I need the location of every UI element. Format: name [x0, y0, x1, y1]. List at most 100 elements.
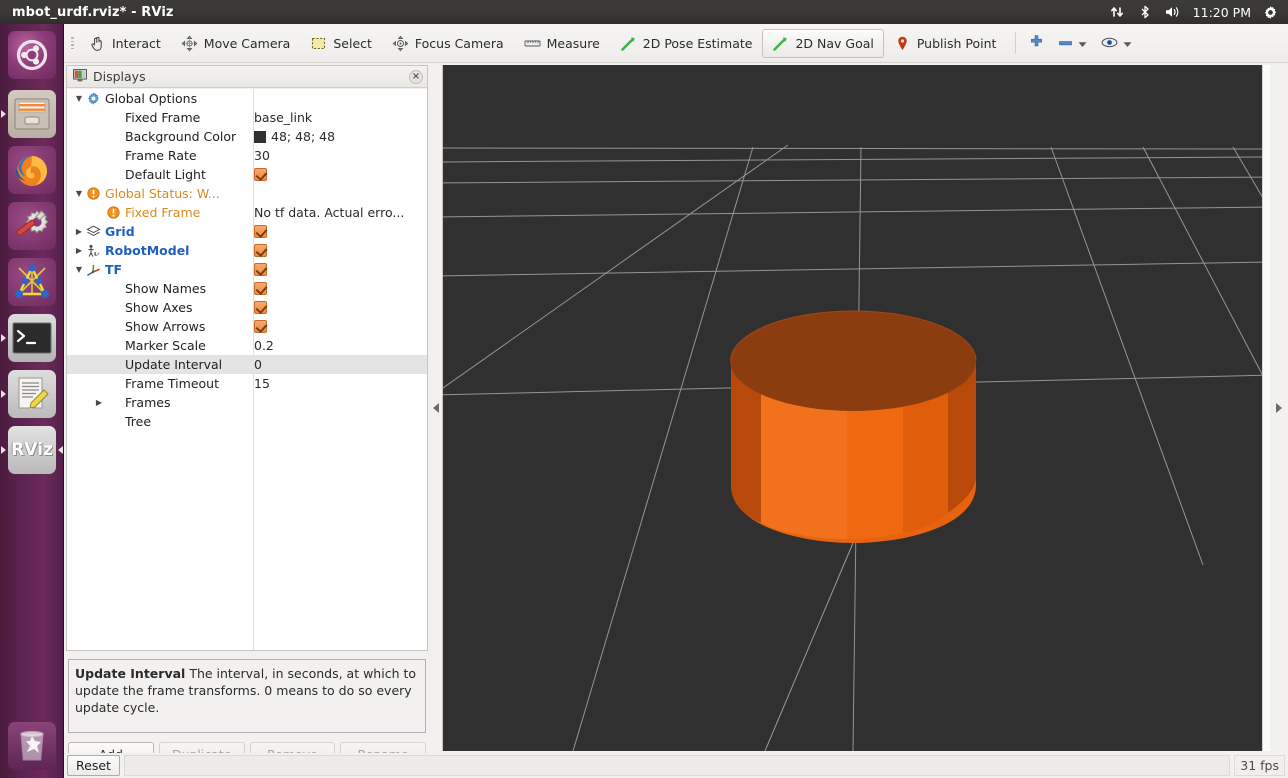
tree-row-checkbox[interactable] — [254, 260, 267, 279]
launcher-item-terminal[interactable] — [0, 310, 64, 366]
tree-row-background-color[interactable]: Background Color 48; 48; 48 — [67, 127, 427, 146]
tree-row-value[interactable]: 15 — [254, 374, 270, 393]
tree-row-value[interactable]: base_link — [254, 108, 312, 127]
launcher-item-text-editor[interactable] — [0, 366, 64, 422]
tree-row-checkbox[interactable] — [254, 241, 267, 260]
tree-row-label: Frame Rate — [125, 148, 197, 163]
chevron-right-icon[interactable]: ▶ — [93, 398, 105, 407]
tool-move-camera-button[interactable]: Move Camera — [171, 29, 301, 58]
launcher-item-trash[interactable] — [0, 718, 64, 774]
tree-row-frame-rate[interactable]: Frame Rate 30 — [67, 146, 427, 165]
tool-2d-pose-estimate-button[interactable]: 2D Pose Estimate — [610, 29, 763, 58]
volume-icon[interactable] — [1165, 5, 1182, 19]
tree-row-global-status-w[interactable]: ▼ Global Status: W... — [67, 184, 427, 203]
tool-measure-label: Measure — [546, 35, 600, 51]
tree-row-label: Show Arrows — [125, 319, 206, 334]
select-rect-icon — [310, 35, 327, 52]
warning-icon — [105, 206, 122, 219]
tree-row-grid[interactable]: ▶ Grid — [67, 222, 427, 241]
displays-panel-header: Displays × — [67, 66, 427, 88]
checkbox-checked-icon[interactable] — [254, 225, 267, 238]
toolbar-separator — [1015, 32, 1017, 54]
gear-power-icon[interactable] — [1262, 5, 1279, 20]
reset-button[interactable]: Reset — [67, 755, 120, 776]
tree-row-checkbox[interactable] — [254, 222, 267, 241]
remove-tool-chevron-down-icon[interactable] — [1078, 36, 1087, 51]
displays-tree[interactable]: ▼ Global Options Fixed Frame base_link Backg… — [67, 89, 427, 650]
tree-row-frames[interactable]: ▶ Frames — [67, 393, 427, 412]
network-updown-icon[interactable] — [1109, 5, 1126, 19]
tool-measure-button[interactable]: Measure — [514, 29, 610, 58]
tree-row-default-light[interactable]: Default Light — [67, 165, 427, 184]
chevron-down-icon[interactable]: ▼ — [73, 189, 85, 198]
tree-row-value[interactable]: 0.2 — [254, 336, 274, 355]
tree-row-checkbox[interactable] — [254, 279, 267, 298]
checkbox-checked-icon[interactable] — [254, 168, 267, 181]
checkbox-checked-icon[interactable] — [254, 263, 267, 276]
ruler-icon — [524, 35, 541, 52]
tool-interact-button[interactable]: Interact — [79, 29, 171, 58]
chevron-right-icon[interactable]: ▶ — [73, 246, 85, 255]
close-icon[interactable]: × — [409, 69, 423, 84]
tree-row-checkbox[interactable] — [254, 298, 267, 317]
tree-row-frame-timeout[interactable]: Frame Timeout 15 — [67, 374, 427, 393]
chevron-right-icon[interactable]: ▶ — [73, 227, 85, 236]
toolbar-drag-handle[interactable] — [68, 32, 77, 54]
gear-icon — [85, 92, 102, 105]
tree-row-checkbox[interactable] — [254, 317, 267, 336]
3d-viewport[interactable] — [442, 65, 1270, 751]
tool-publish-point-button[interactable]: Publish Point — [884, 29, 1007, 58]
tree-row-checkbox[interactable] — [254, 165, 267, 184]
tree-row-label: TF — [105, 262, 123, 277]
tree-row-value[interactable]: No tf data. Actual erro... — [254, 203, 404, 222]
chevron-down-icon[interactable]: ▼ — [73, 94, 85, 103]
tool-2d-nav-goal-button[interactable]: 2D Nav Goal — [762, 28, 884, 58]
chevron-down-icon[interactable]: ▼ — [73, 265, 85, 274]
tree-row-global-options[interactable]: ▼ Global Options — [67, 89, 427, 108]
tree-row-label: Global Options — [105, 91, 198, 106]
collapse-left-arrow-icon[interactable] — [433, 403, 439, 413]
tree-row-show-names[interactable]: Show Names — [67, 279, 427, 298]
clock[interactable]: 11:20 PM — [1193, 5, 1251, 20]
launcher-item-firefox[interactable] — [0, 142, 64, 198]
viewport-scrollbar[interactable] — [1262, 65, 1270, 751]
checkbox-checked-icon[interactable] — [254, 301, 267, 314]
tree-row-robotmodel[interactable]: ▶ RobotModel — [67, 241, 427, 260]
tree-row-label: Default Light — [125, 167, 206, 182]
tool-select-button[interactable]: Select — [300, 29, 382, 58]
tool-focus-camera-label: Focus Camera — [414, 35, 504, 51]
tree-row-update-interval[interactable]: Update Interval 0 — [67, 355, 427, 374]
tree-row-color-value[interactable]: 48; 48; 48 — [254, 127, 335, 146]
tree-row-value[interactable]: 0 — [254, 355, 262, 374]
launcher-item-rqt-graph[interactable] — [0, 254, 64, 310]
right-dock-splitter[interactable] — [1270, 65, 1288, 751]
add-tool-icon[interactable] — [1029, 34, 1044, 52]
tree-row-tree[interactable]: Tree — [67, 412, 427, 431]
tree-row-fixed-frame[interactable]: Fixed Frame base_link — [67, 108, 427, 127]
screen: mbot_urdf.rviz* - RViz 11:20 PM RViz Int… — [0, 0, 1288, 778]
tree-row-tf[interactable]: ▼ TF — [67, 260, 427, 279]
tool-2d-nav-goal-label: 2D Nav Goal — [795, 35, 874, 51]
launcher-item-files[interactable] — [0, 86, 64, 142]
launcher-item-rviz[interactable]: RViz — [0, 422, 64, 478]
visibility-chevron-down-icon[interactable] — [1123, 36, 1132, 51]
tree-row-show-arrows[interactable]: Show Arrows — [67, 317, 427, 336]
launcher-item-system-settings[interactable] — [0, 198, 64, 254]
checkbox-checked-icon[interactable] — [254, 282, 267, 295]
collapse-right-arrow-icon[interactable] — [1276, 403, 1282, 413]
tree-row-marker-scale[interactable]: Marker Scale 0.2 — [67, 336, 427, 355]
tool-focus-camera-button[interactable]: Focus Camera — [382, 29, 514, 58]
remove-tool-icon[interactable] — [1058, 36, 1073, 51]
tree-row-fixed-frame[interactable]: Fixed Frame No tf data. Actual erro... — [67, 203, 427, 222]
left-dock-splitter[interactable] — [430, 65, 442, 751]
launcher-item-ubuntu-dash[interactable] — [0, 24, 64, 86]
rqt-graph-icon — [8, 258, 56, 306]
map-pin-icon — [894, 35, 911, 52]
checkbox-checked-icon[interactable] — [254, 320, 267, 333]
checkbox-checked-icon[interactable] — [254, 244, 267, 257]
tree-row-value[interactable]: 30 — [254, 146, 270, 165]
bluetooth-icon[interactable] — [1137, 5, 1154, 19]
displays-panel-title: Displays — [93, 69, 146, 84]
tree-row-show-axes[interactable]: Show Axes — [67, 298, 427, 317]
visibility-eye-icon[interactable] — [1101, 36, 1118, 51]
